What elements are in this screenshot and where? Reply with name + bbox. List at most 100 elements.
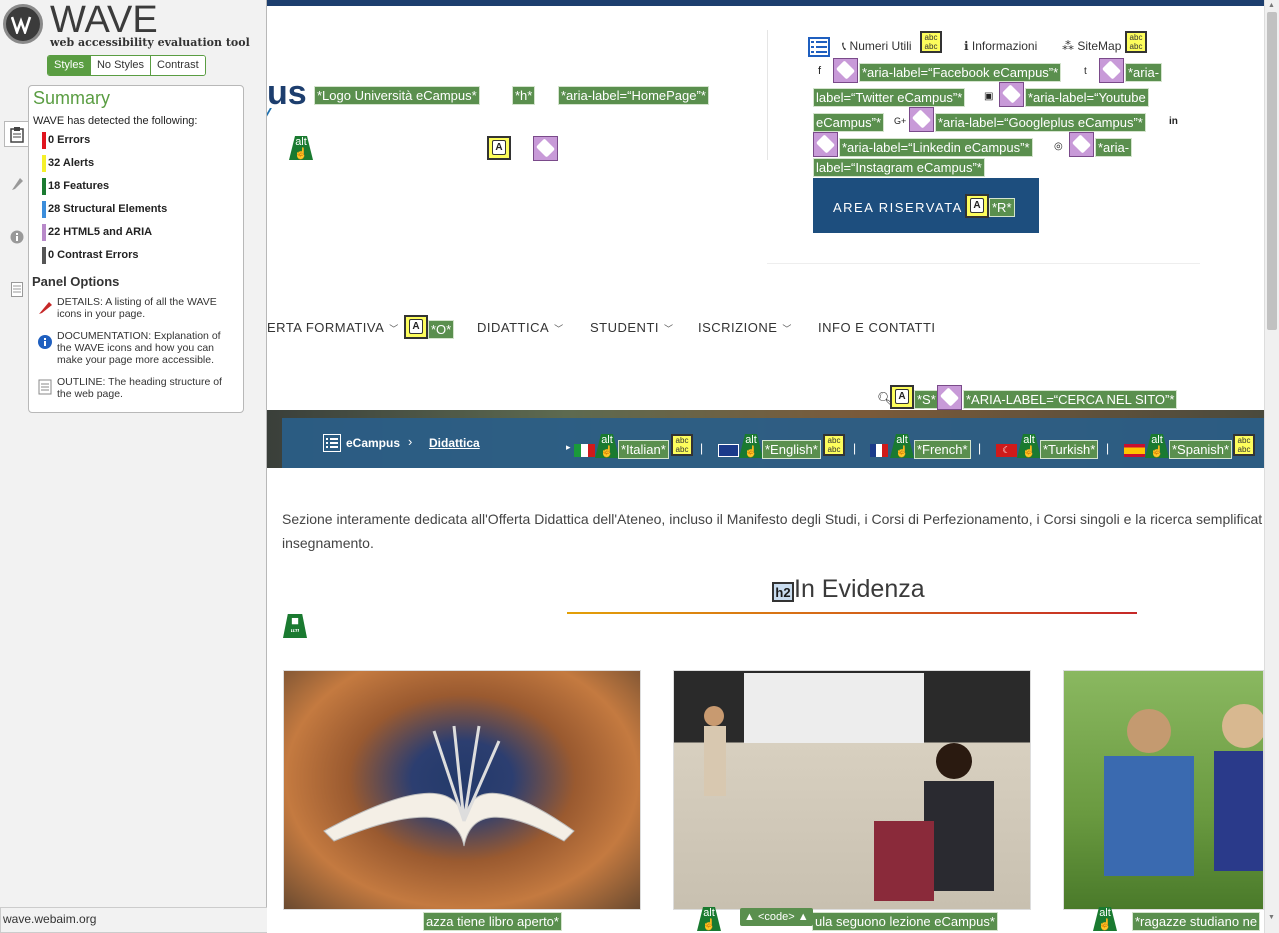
aria-count[interactable]: 22 HTML5 and ARIA (42, 224, 152, 241)
search-key-label: *S* (914, 390, 939, 409)
nav-studenti[interactable]: STUDENTI ﹀ (590, 320, 674, 335)
tab-no-styles[interactable]: No Styles (89, 56, 151, 75)
chevron-down-icon: ﹀ (389, 324, 399, 334)
intro-text-continued: insegnamento. (282, 535, 374, 551)
structural-label: 28 Structural Elements (48, 203, 168, 215)
nav-info-contatti[interactable]: INFO E CONTATTI (818, 320, 936, 335)
lang-french[interactable]: *French* (914, 440, 971, 459)
abc-alert-icon[interactable]: abc abc (823, 434, 845, 456)
uk-flag-icon[interactable] (718, 444, 739, 457)
accesskey-icon[interactable]: A (487, 136, 511, 160)
twitter-icon[interactable]: t (1084, 66, 1087, 77)
tab-contrast[interactable]: Contrast (150, 56, 205, 75)
informazioni-label: Informazioni (971, 39, 1038, 53)
alt-text-icon[interactable]: alt ☝ (697, 907, 721, 931)
numeri-utili-link[interactable]: 📞︎ Numeri Utili (842, 39, 912, 54)
accesskey-icon[interactable]: A (890, 385, 914, 409)
aria-tag-icon[interactable] (1069, 132, 1094, 157)
search-aria-label: *ARIA-LABEL=“CERCA NEL SITO”* (963, 390, 1178, 409)
instagram-icon[interactable]: ◎ (1054, 141, 1063, 152)
lang-english[interactable]: *English* (762, 440, 821, 459)
heading-underline (567, 612, 1137, 614)
alerts-count[interactable]: 32 Alerts (42, 155, 94, 172)
summary-clipboard-icon[interactable] (4, 121, 29, 147)
youtube-aria-label-part2: eCampus”* (813, 113, 885, 132)
list-structure-icon (323, 434, 341, 452)
caption-book: azza tiene libro aperto* (423, 912, 562, 931)
list-structure-icon[interactable] (808, 37, 830, 57)
accesskey-icon: A (965, 194, 989, 218)
aria-tag-icon[interactable] (833, 58, 858, 83)
spain-flag-icon[interactable] (1124, 444, 1145, 457)
option-details[interactable]: DETAILS: A listing of all the WAVE icons… (57, 296, 237, 320)
panel-options-title: Panel Options (32, 274, 120, 289)
alt-text-icon[interactable]: alt ☝ (1093, 907, 1117, 931)
aria-color-bar (42, 224, 46, 241)
structural-count[interactable]: 28 Structural Elements (42, 201, 167, 218)
abc-alert-icon[interactable]: abc abc (1125, 31, 1147, 53)
aria-tag-icon[interactable] (533, 136, 558, 161)
header-separator (767, 263, 1200, 264)
accesskey-icon[interactable]: A (404, 315, 428, 339)
card-image-students[interactable] (1063, 670, 1264, 910)
turkey-flag-icon[interactable]: ☾ (996, 444, 1017, 457)
errors-count[interactable]: 0 Errors (42, 132, 90, 149)
youtube-aria-label-part1: *aria-label=“Youtube (1025, 88, 1149, 107)
nav-iscrizione[interactable]: ISCRIZIONE ﹀ (698, 320, 792, 335)
scroll-up-icon[interactable]: ▲ (1268, 2, 1275, 9)
informazioni-link[interactable]: ℹ Informazioni (964, 39, 1037, 53)
area-riservata-button[interactable]: AREA RISERVATA A *R* (813, 178, 1039, 233)
facebook-icon[interactable]: f (818, 65, 821, 77)
caption-classroom: ula seguono lezione eCampus* (812, 912, 998, 931)
details-flag-icon[interactable] (6, 171, 28, 197)
breadcrumb-current[interactable]: Didattica (429, 436, 480, 450)
breadcrumb-home[interactable]: eCampus (346, 436, 400, 450)
sitemap-link[interactable]: ⁂ SiteMap (1062, 39, 1121, 53)
aria-tag-icon[interactable] (999, 82, 1024, 107)
h2-structure-icon[interactable]: h2 (772, 582, 794, 602)
linkedin-icon[interactable]: in (1169, 116, 1178, 127)
option-documentation[interactable]: DOCUMENTATION: Explanation of the WAVE i… (57, 330, 237, 366)
abc-alert-icon[interactable]: abc abc (671, 434, 693, 456)
header-divider (767, 30, 768, 160)
card-image-book[interactable] (283, 670, 641, 910)
lang-turkish[interactable]: *Turkish* (1040, 440, 1099, 459)
style-toggle: Styles No Styles Contrast (47, 55, 206, 76)
contrast-count[interactable]: 0 Contrast Errors (42, 247, 138, 264)
outline-document-icon[interactable] (6, 276, 28, 302)
lang-separator: | (700, 441, 704, 455)
blockquote-feature-icon[interactable]: ■ “” (283, 614, 307, 638)
scroll-down-icon[interactable]: ▼ (1268, 914, 1275, 921)
youtube-icon[interactable]: ▣ (984, 91, 993, 102)
alt-text-icon[interactable]: alt ☝ (289, 136, 313, 160)
abc-alert-icon[interactable]: abc abc (1233, 434, 1255, 456)
lang-spanish[interactable]: *Spanish* (1169, 440, 1233, 459)
page-preview: us *Logo Università eCampus* *h* *aria-l… (267, 0, 1264, 933)
tab-styles[interactable]: Styles (48, 56, 90, 75)
section-heading: In Evidenza (794, 575, 925, 603)
code-badge[interactable]: ▲ <code> ▲ (740, 908, 813, 926)
aria-tag-icon[interactable] (813, 132, 838, 157)
sitemap-icon: ⁂ (1062, 39, 1078, 53)
france-flag-icon[interactable] (870, 444, 888, 457)
top-accent-line (267, 0, 1264, 6)
nav-didattica[interactable]: DIDATTICA ﹀ (477, 320, 564, 335)
page-scrollbar[interactable]: ▲ ▼ (1264, 0, 1279, 933)
features-count[interactable]: 18 Features (42, 178, 109, 195)
info-icon[interactable] (6, 224, 28, 250)
italy-flag-icon[interactable] (574, 444, 595, 457)
lang-italian[interactable]: *Italian* (618, 440, 669, 459)
nav-offerta-formativa[interactable]: ERTA FORMATIVA ﹀ (267, 320, 399, 335)
heading-label: *h* (512, 86, 536, 105)
googleplus-icon[interactable]: G+ (894, 116, 906, 126)
card-image-classroom[interactable] (673, 670, 1031, 910)
aria-tag-icon[interactable] (1099, 58, 1124, 83)
instagram-aria-label-part1: *aria- (1095, 138, 1133, 157)
instagram-aria-label-part2: label=“Instagram eCampus”* (813, 158, 985, 177)
aria-tag-icon[interactable] (937, 385, 962, 410)
abc-alert-icon[interactable]: abc abc (920, 31, 942, 53)
option-outline[interactable]: OUTLINE: The heading structure of the we… (57, 376, 237, 400)
scrollbar-thumb[interactable] (1267, 12, 1277, 330)
caret-up-icon: ▲ (794, 911, 809, 923)
aria-tag-icon[interactable] (909, 107, 934, 132)
